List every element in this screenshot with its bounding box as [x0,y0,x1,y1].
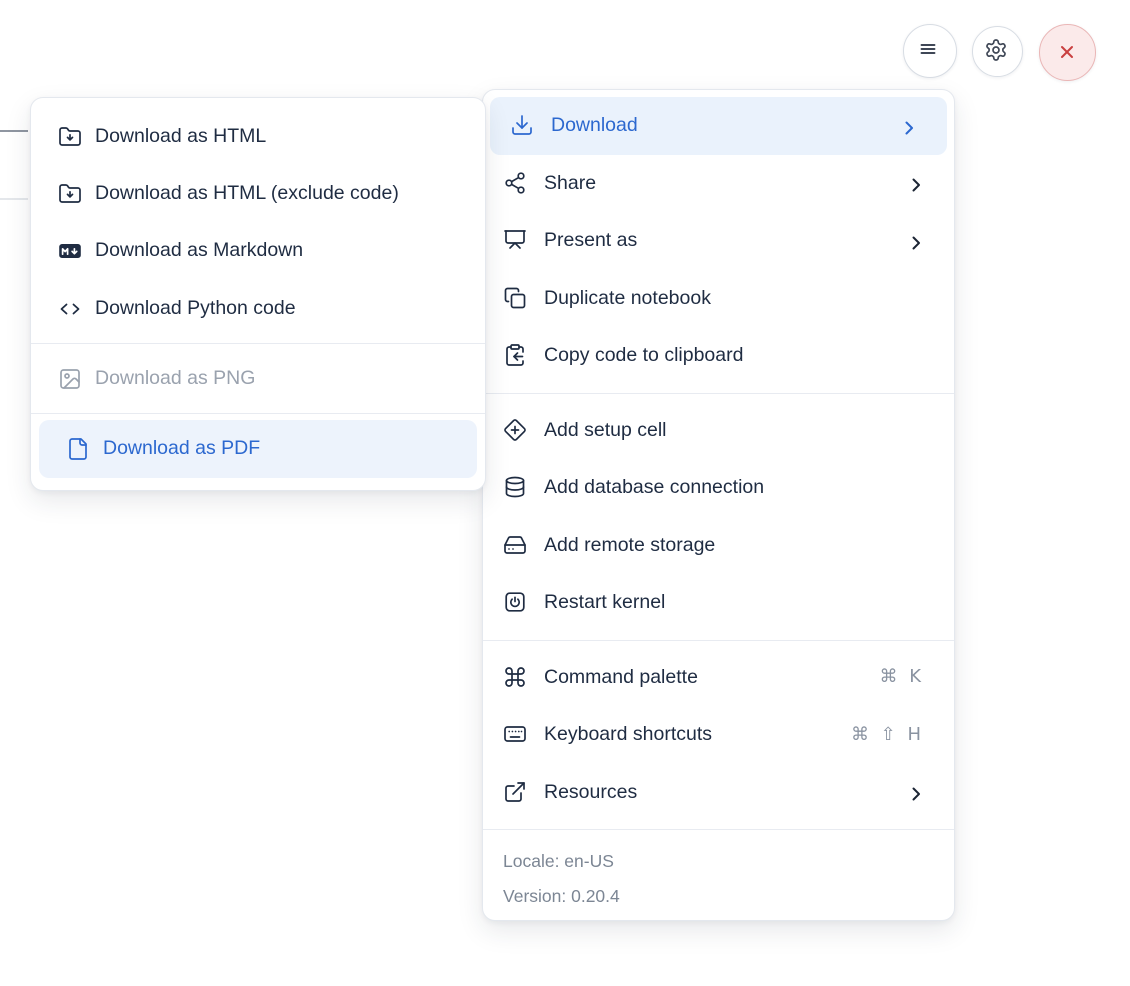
chevron-right-icon [904,173,924,193]
external-link-icon [503,780,528,805]
close-button[interactable] [1039,24,1096,81]
presentation-icon [503,228,528,253]
download-icon [510,113,535,138]
menu-item-label: Add remote storage [544,533,716,556]
code-icon [58,297,82,321]
menu-item-add-setup-cell[interactable]: Add setup cell [483,402,954,460]
diamond-plus-icon [503,418,528,443]
menu-item-label: Download as Markdown [95,239,304,262]
database-icon [503,475,528,500]
menu-item-label: Download as PNG [95,367,256,390]
menu-item-label: Download as PDF [103,437,261,460]
menu-item-keyboard-shortcuts[interactable]: Keyboard shortcuts ⌘ ⇧ H [483,706,954,764]
menu-item-label: Add setup cell [544,418,667,441]
menu-item-label: Keyboard shortcuts [544,723,713,745]
hard-drive-icon [503,533,528,558]
menu-item-add-remote-storage[interactable]: Add remote storage [483,517,954,575]
menu-item-share[interactable]: Share [483,155,954,213]
locale-text: Locale: en-US [503,851,614,871]
menu-separator [483,829,954,830]
download-submenu: Download as HTML Download as HTML (exclu… [30,97,486,491]
menu-footer: Locale: en-US Version: 0.20.4 [483,838,954,916]
close-icon [1060,45,1073,58]
menu-item-download[interactable]: Download [490,97,947,155]
menu-item-download-as-png: Download as PNG [31,350,485,407]
menu-item-label: Present as [544,229,638,251]
copy-icon [503,286,528,311]
menu-item-label: Command palette [544,665,698,688]
menu-item-label: Share [544,171,597,194]
menu-item-label: Resources [544,780,638,803]
notebook-actions-menu: Download Share Present as Duplicate note… [482,89,955,921]
menu-item-label: Copy code to clipboard [544,344,744,366]
file-icon [66,437,90,461]
hamburger-icon [920,44,936,54]
command-icon [503,665,528,690]
chevron-right-icon [904,782,924,802]
menu-item-label: Duplicate notebook [544,286,711,309]
version-text: Version: 0.20.4 [503,886,620,906]
menu-item-restart-kernel[interactable]: Restart kernel [483,574,954,632]
keyboard-icon [503,722,528,747]
shortcut-hint: ⌘ K [879,666,924,688]
menu-item-resources[interactable]: Resources [483,764,954,822]
background-line [0,130,28,132]
power-icon [503,590,528,615]
share-icon [503,171,528,196]
menu-item-label: Download Python code [95,296,296,319]
menu-item-download-as-markdown[interactable]: Download as Markdown [31,223,485,280]
menu-item-label: Add database connection [544,476,765,498]
markdown-icon [58,239,82,263]
menu-item-download-as-pdf[interactable]: Download as PDF [39,420,477,478]
shortcut-hint: ⌘ ⇧ H [850,723,924,745]
menu-item-copy-code-to-clipboard[interactable]: Copy code to clipboard [483,327,954,385]
notebook-menu-button[interactable] [903,24,957,78]
menu-separator [483,392,954,394]
menu-item-download-as-html-exclude-code[interactable]: Download as HTML (exclude code) [31,165,485,222]
settings-button[interactable] [972,26,1023,77]
menu-separator [31,343,485,345]
menu-item-label: Download as HTML (exclude code) [95,182,399,205]
menu-item-label: Download as HTML [95,124,267,147]
menu-item-add-database-connection[interactable]: Add database connection [483,459,954,517]
folder-down-icon [58,182,82,206]
menu-separator [483,639,954,641]
chevron-right-icon [904,231,924,251]
folder-down-icon [58,125,82,149]
menu-item-download-as-html[interactable]: Download as HTML [31,108,485,165]
menu-item-label: Restart kernel [544,591,666,613]
menu-item-download-python-code[interactable]: Download Python code [31,280,485,337]
background-line [0,198,28,200]
menu-item-command-palette[interactable]: Command palette ⌘ K [483,649,954,707]
menu-item-duplicate-notebook[interactable]: Duplicate notebook [483,270,954,328]
menu-item-present-as[interactable]: Present as [483,212,954,270]
gear-icon [986,39,1006,61]
menu-separator [31,413,485,415]
menu-item-label: Download [551,114,638,136]
chevron-right-icon [897,116,917,136]
image-icon [58,367,82,391]
clipboard-copy-icon [503,343,528,368]
